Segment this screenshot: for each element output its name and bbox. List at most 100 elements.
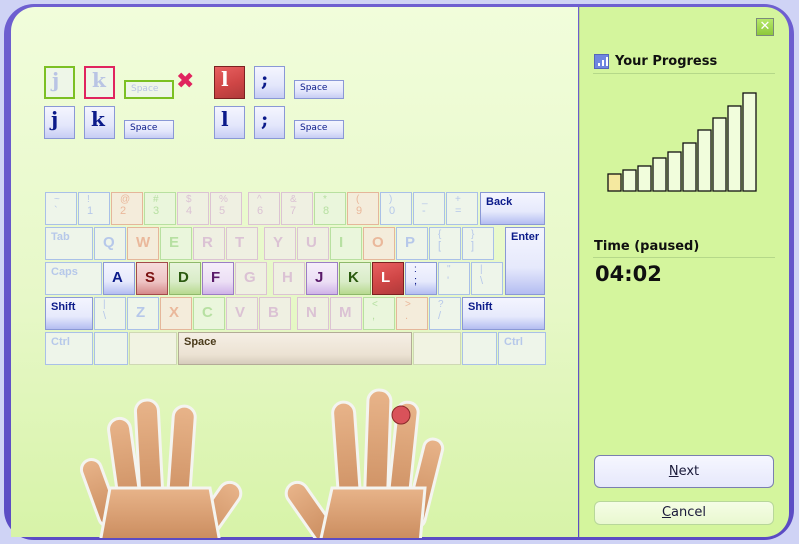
key-blank <box>413 332 461 365</box>
key-top-text: ? <box>438 299 444 310</box>
key-big-text: C <box>202 304 213 321</box>
key-shift: Shift <box>462 297 545 330</box>
progress-bar-8 <box>712 117 727 192</box>
lesson-key-todo: ; <box>254 106 285 139</box>
key-7: & 7 <box>281 192 313 225</box>
key-a: A <box>103 262 135 295</box>
key-sym: _ - <box>413 192 445 225</box>
close-button[interactable]: ✕ <box>756 18 774 36</box>
progress-bar-6 <box>682 142 697 192</box>
key-bot-text: ` <box>54 205 58 217</box>
key-top-text: " <box>447 264 451 275</box>
key-top-text: * <box>323 194 327 205</box>
key-big-text: U <box>306 234 317 251</box>
key-sym: {[ <box>429 227 461 260</box>
key-top-text: : <box>414 264 417 275</box>
key-top-text: { <box>438 229 442 240</box>
key-i: I <box>330 227 362 260</box>
key-p: P <box>396 227 428 260</box>
key-label-text: Back <box>486 196 513 208</box>
key-l: L <box>372 262 404 295</box>
key-r: R <box>193 227 225 260</box>
key-4: $4 <box>177 192 209 225</box>
key-big-text: N <box>306 304 317 321</box>
key-bot-text: \ <box>103 310 107 322</box>
progress-bar-1 <box>607 173 622 192</box>
key-bot-text: 2 <box>120 205 127 217</box>
key-top-text: ^ <box>257 194 262 205</box>
key-sym: | \ <box>471 262 503 295</box>
key-big-text: R <box>202 234 213 251</box>
key-bot-text: 6 <box>257 205 264 217</box>
progress-bar-2 <box>622 169 637 192</box>
key-big-text: Y <box>273 234 284 251</box>
progress-bar-9 <box>727 105 742 192</box>
key-shift: Shift <box>45 297 93 330</box>
key-bot-text: 0 <box>389 205 396 217</box>
lesson-key-todo: Space <box>294 80 344 99</box>
key-bot-text: ] <box>471 240 475 252</box>
key-big-text: L <box>381 269 391 286</box>
key-top-text: + <box>455 194 461 205</box>
key-bot-text: 1 <box>87 205 94 217</box>
key-top-text: > <box>405 299 411 310</box>
lesson-key-done: Space <box>124 80 174 99</box>
key-big-text: I <box>339 234 344 251</box>
key-ctrl: Ctrl <box>45 332 93 365</box>
key-big-text: H <box>282 269 293 286</box>
key-bot-text: 7 <box>290 205 297 217</box>
key-big-text: E <box>169 234 180 251</box>
key-blank <box>462 332 497 365</box>
key-label-text: Ctrl <box>504 336 523 348</box>
lesson-key-todo: Space <box>124 120 174 139</box>
key-s: S <box>136 262 168 295</box>
key-sym: | \ <box>94 297 126 330</box>
key-big-text: K <box>348 269 359 286</box>
key-ctrl: Ctrl <box>498 332 546 365</box>
key-top-text: $ <box>186 194 192 205</box>
key-big-text: S <box>145 269 156 286</box>
key-bot-text: ; <box>414 275 418 287</box>
key-bot-text: [ <box>438 240 442 252</box>
key-k: K <box>339 262 371 295</box>
key-big-text: X <box>169 304 180 321</box>
key-sym: }] <box>462 227 494 260</box>
key-j: J <box>306 262 338 295</box>
key-2: @2 <box>111 192 143 225</box>
key-top-text: ~ <box>54 194 60 205</box>
left-hand <box>80 398 243 538</box>
next-accel: N <box>668 464 679 479</box>
key-big-text: D <box>178 269 189 286</box>
key-bot-text: 3 <box>153 205 160 217</box>
lesson-key-todo: ; <box>254 66 285 99</box>
key-big-text: Q <box>103 234 115 251</box>
cancel-button[interactable]: Cancel <box>594 501 774 525</box>
key-top-text: < <box>372 299 378 310</box>
progress-bar-3 <box>637 165 652 192</box>
key-top-text: ( <box>356 194 360 205</box>
time-divider <box>593 257 775 258</box>
key-label-text: Shift <box>468 301 493 313</box>
key-d: D <box>169 262 201 295</box>
key-blank <box>129 332 177 365</box>
key-sym: ? / <box>429 297 461 330</box>
key-blank <box>94 332 128 365</box>
key-tab: Tab <box>45 227 93 260</box>
key-space: Space <box>178 332 412 365</box>
timer-value: 04:02 <box>595 262 662 286</box>
key-e: E <box>160 227 192 260</box>
key-bot-text: , <box>372 310 376 322</box>
key-g: G <box>235 262 267 295</box>
progress-bar-4 <box>652 157 667 192</box>
key-b: B <box>259 297 291 330</box>
key-big-text: B <box>268 304 279 321</box>
key-3: #3 <box>144 192 176 225</box>
key-big-text: M <box>339 304 352 321</box>
lesson-key-error: k <box>84 66 115 99</box>
key-top-text: ) <box>389 194 393 205</box>
key-u: U <box>297 227 329 260</box>
key-bot-text: 4 <box>186 205 193 217</box>
next-button[interactable]: Next <box>594 455 774 488</box>
key-caps: Caps <box>45 262 102 295</box>
lesson-key-done: j <box>44 66 75 99</box>
